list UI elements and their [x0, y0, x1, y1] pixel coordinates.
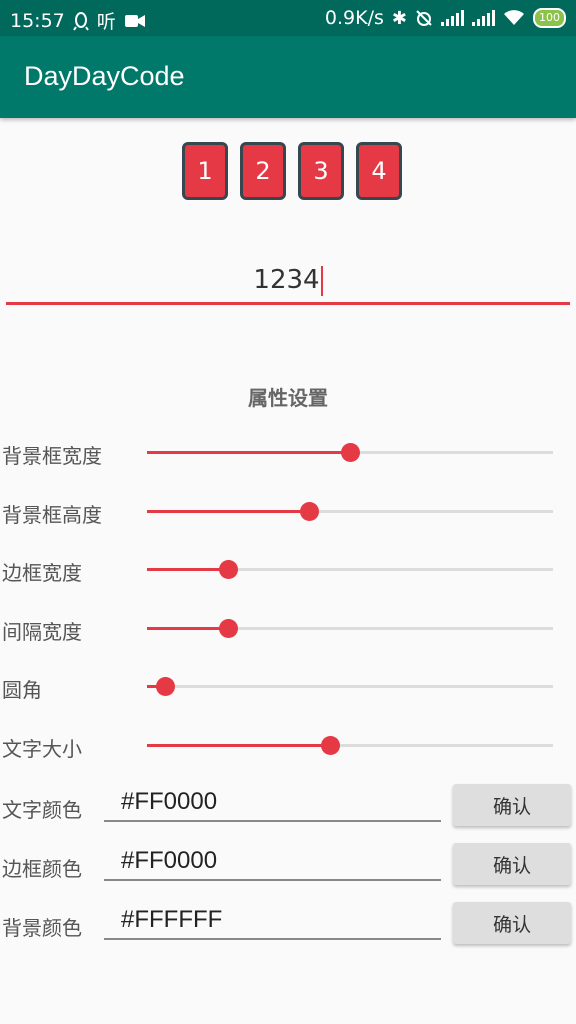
text-size-slider[interactable] [147, 736, 553, 755]
background-color-input[interactable]: #FFFFFF [104, 902, 441, 940]
corner-radius-slider[interactable] [147, 677, 553, 696]
text-cursor [320, 265, 323, 296]
confirm-background-color-button[interactable]: 确认 [453, 902, 571, 944]
confirm-text-color-button[interactable]: 确认 [453, 784, 571, 826]
bg-width-slider[interactable] [147, 443, 553, 462]
bluetooth-icon: ✱ [391, 7, 407, 29]
color-row-border: 边框颜色 #FF0000 确认 [0, 841, 576, 891]
app-bar: DayDayCode [0, 36, 576, 118]
cell-signal-icon [441, 10, 464, 26]
color-row-background: 背景颜色 #FFFFFF 确认 [0, 900, 576, 950]
app-title: DayDayCode [24, 61, 185, 91]
slider-thumb[interactable] [219, 619, 239, 638]
bg-height-slider[interactable] [147, 502, 553, 521]
settings-title: 属性设置 [248, 386, 328, 410]
slider-thumb[interactable] [300, 502, 320, 521]
code-box-group: 1 2 3 4 [182, 142, 402, 200]
code-box-2: 2 [240, 142, 286, 200]
ting-app-icon: 听 [96, 11, 116, 33]
color-row-text: 文字颜色 #FF0000 确认 [0, 782, 576, 832]
slider-row-corner-radius: 圆角 [0, 666, 576, 706]
code-box-3: 3 [298, 142, 344, 200]
slider-fill [147, 627, 229, 630]
border-width-slider[interactable] [147, 560, 553, 579]
network-speed: 0.9K/s [324, 7, 384, 29]
video-camera-icon [124, 14, 145, 27]
wifi-icon [504, 10, 524, 25]
slider-fill [147, 568, 229, 571]
code-box-4: 4 [356, 142, 402, 200]
slider-label: 圆角 [2, 678, 42, 702]
status-time: 15:57 [10, 9, 65, 32]
cell-signal-2-icon [472, 10, 495, 26]
status-bar: 15:57 听 0.9K/s ✱ 100 [0, 0, 576, 36]
slider-fill [147, 744, 330, 747]
slider-row-text-size: 文字大小 [0, 725, 576, 765]
color-label: 文字颜色 [2, 798, 82, 822]
color-label: 背景颜色 [2, 916, 82, 940]
slider-thumb[interactable] [219, 560, 239, 579]
slider-thumb[interactable] [341, 443, 360, 462]
code-input-value: 1234 [253, 265, 320, 295]
slider-row-bg-height: 背景框高度 [0, 491, 576, 531]
slider-label: 间隔宽度 [2, 620, 82, 644]
slider-row-bg-width: 背景框宽度 [0, 432, 576, 472]
slider-label: 文字大小 [2, 737, 82, 761]
spacing-slider[interactable] [147, 619, 553, 638]
color-label: 边框颜色 [2, 857, 82, 881]
slider-label: 边框宽度 [2, 561, 82, 585]
text-color-input[interactable]: #FF0000 [104, 784, 441, 822]
confirm-border-color-button[interactable]: 确认 [453, 843, 571, 885]
code-input[interactable]: 1234 [6, 258, 570, 305]
slider-label: 背景框宽度 [2, 444, 102, 468]
slider-label: 背景框高度 [2, 503, 102, 527]
battery-icon: 100 [533, 8, 566, 28]
alarm-off-icon [416, 10, 432, 26]
slider-thumb[interactable] [320, 736, 340, 755]
slider-row-spacing: 间隔宽度 [0, 608, 576, 648]
qq-icon [72, 11, 89, 31]
slider-row-border-width: 边框宽度 [0, 549, 576, 589]
slider-fill [147, 510, 310, 513]
slider-fill [147, 451, 350, 454]
border-color-input[interactable]: #FF0000 [104, 843, 441, 881]
slider-thumb[interactable] [156, 677, 176, 696]
code-box-1: 1 [182, 142, 228, 200]
